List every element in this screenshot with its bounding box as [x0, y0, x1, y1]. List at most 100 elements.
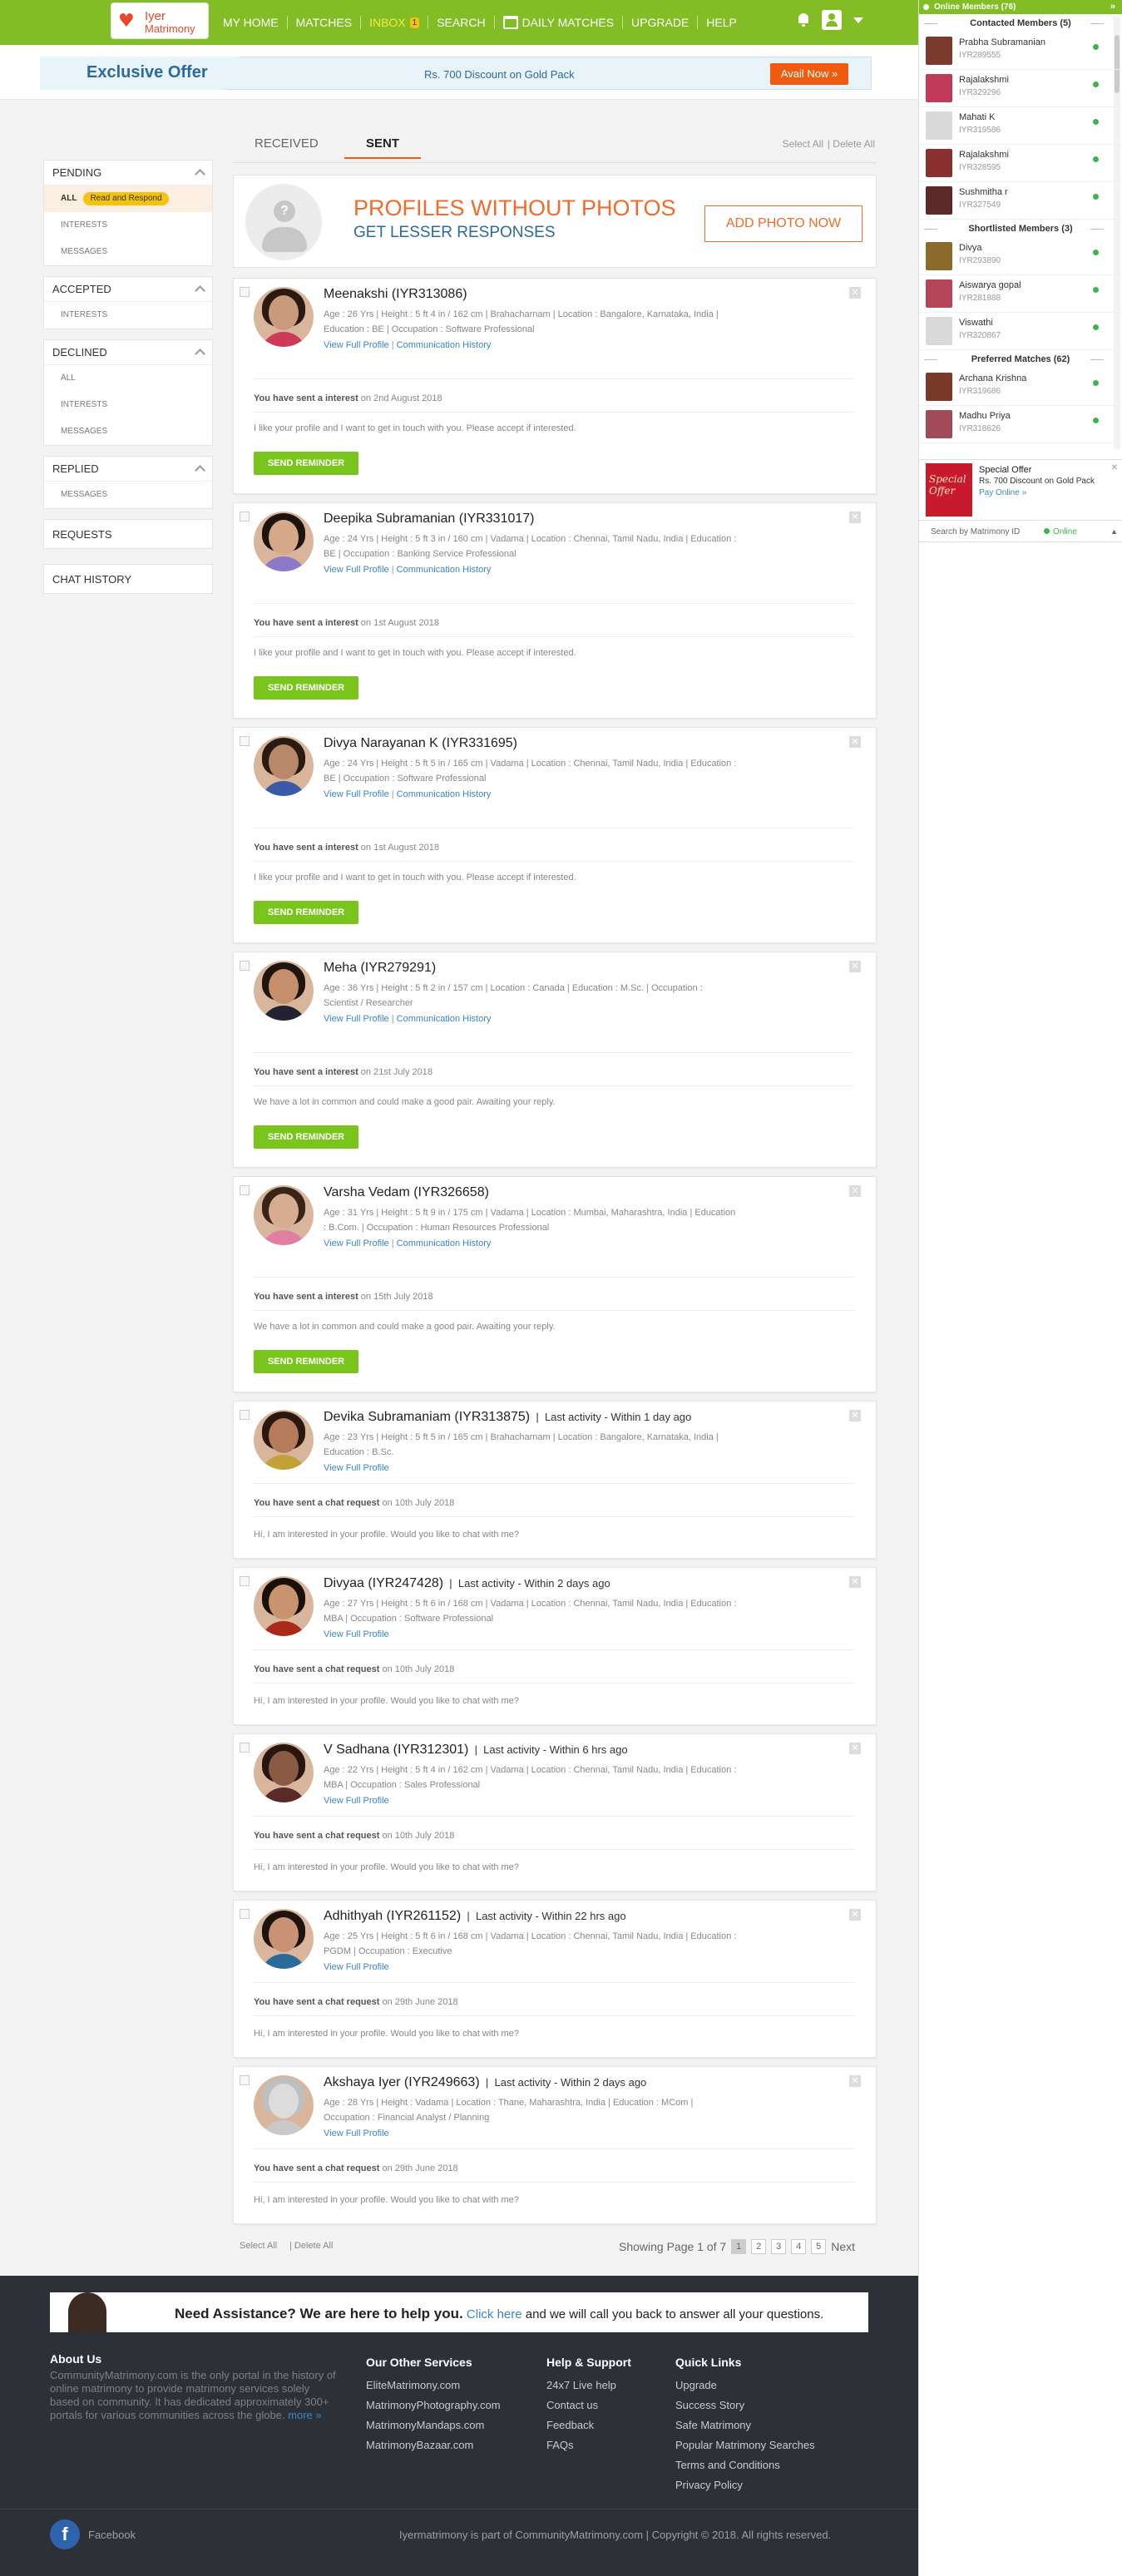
- select-checkbox[interactable]: [240, 1185, 250, 1195]
- online-status[interactable]: Online: [1044, 527, 1077, 536]
- footer-link[interactable]: 24x7 Live help: [546, 2376, 631, 2396]
- nav-help[interactable]: HELP: [698, 16, 745, 29]
- profile-name-link[interactable]: Akshaya Iyer (IYR249663): [324, 2075, 480, 2089]
- view-full-profile-link[interactable]: View Full Profile: [324, 565, 389, 575]
- close-icon[interactable]: ✕: [1111, 463, 1118, 472]
- communication-history-link[interactable]: Communication History: [397, 789, 492, 799]
- avail-now-button[interactable]: Avail Now »: [770, 63, 848, 85]
- notification-bell-icon[interactable]: [797, 12, 810, 27]
- sidebar-item-replied-messages[interactable]: MESSAGES: [44, 482, 212, 508]
- delete-all-link[interactable]: | Delete All: [828, 138, 875, 150]
- view-full-profile-link[interactable]: View Full Profile: [324, 789, 389, 799]
- view-full-profile-link[interactable]: View Full Profile: [324, 1962, 389, 1972]
- footer-link[interactable]: Popular Matrimony Searches: [675, 2435, 815, 2455]
- online-member-item[interactable]: Rajalakshmi IYR328595: [919, 145, 1122, 182]
- profile-photo[interactable]: [254, 961, 314, 1021]
- online-member-item[interactable]: Viswathi IYR320867: [919, 313, 1122, 350]
- profile-photo[interactable]: [254, 736, 314, 796]
- footer-link[interactable]: Terms and Conditions: [675, 2455, 815, 2475]
- close-icon[interactable]: ✕: [849, 1909, 861, 1921]
- profile-photo[interactable]: [254, 1909, 314, 1969]
- communication-history-link[interactable]: Communication History: [397, 1014, 492, 1024]
- footer-link[interactable]: Upgrade: [675, 2376, 815, 2396]
- nav-upgrade[interactable]: UPGRADE: [623, 16, 699, 29]
- sidebar-head-pending[interactable]: PENDING: [44, 161, 212, 185]
- site-logo[interactable]: ♥ Iyer Matrimony: [111, 2, 209, 39]
- add-photo-button[interactable]: ADD PHOTO NOW: [704, 205, 863, 242]
- sidebar-item-pending-interests[interactable]: INTERESTS: [44, 212, 212, 239]
- click-here-link[interactable]: Click here: [467, 2307, 522, 2321]
- select-checkbox[interactable]: [240, 512, 250, 522]
- send-reminder-button[interactable]: SEND REMINDER: [254, 676, 358, 700]
- profile-name-link[interactable]: Divya Narayanan K (IYR331695): [324, 736, 517, 750]
- close-icon[interactable]: ✕: [849, 1410, 861, 1421]
- profile-name-link[interactable]: Divyaa (IYR247428): [324, 1576, 443, 1590]
- profile-name-link[interactable]: V Sadhana (IYR312301): [324, 1743, 468, 1757]
- sidebar-head-replied[interactable]: REPLIED: [44, 457, 212, 482]
- close-icon[interactable]: ✕: [849, 1185, 861, 1197]
- footer-link[interactable]: Success Story: [675, 2396, 815, 2415]
- profile-name-link[interactable]: Deepika Subramanian (IYR331017): [324, 512, 534, 526]
- footer-link[interactable]: Contact us: [546, 2396, 631, 2415]
- more-link[interactable]: more »: [288, 2409, 321, 2421]
- view-full-profile-link[interactable]: View Full Profile: [324, 1629, 389, 1639]
- online-member-item[interactable]: Sushmitha r IYR327549: [919, 182, 1122, 220]
- tab-received[interactable]: RECEIVED: [255, 136, 319, 157]
- view-full-profile-link[interactable]: View Full Profile: [324, 1014, 389, 1024]
- page-link[interactable]: 1: [731, 2239, 747, 2254]
- view-full-profile-link[interactable]: View Full Profile: [324, 1796, 389, 1806]
- profile-photo[interactable]: [254, 512, 314, 571]
- profile-name-link[interactable]: Devika Subramaniam (IYR313875): [324, 1410, 530, 1424]
- nav-inbox[interactable]: INBOX 1: [361, 16, 429, 29]
- online-member-item[interactable]: Divya IYR293890: [919, 238, 1122, 275]
- profile-photo[interactable]: [254, 1743, 314, 1802]
- footer-link[interactable]: Feedback: [546, 2415, 631, 2435]
- chevron-down-icon[interactable]: [853, 17, 863, 23]
- profile-name-link[interactable]: Meenakshi (IYR313086): [324, 287, 467, 301]
- sidebar-head-declined[interactable]: DECLINED: [44, 340, 212, 365]
- page-link[interactable]: 2: [751, 2239, 767, 2254]
- select-checkbox[interactable]: [240, 1743, 250, 1753]
- profile-name-link[interactable]: Adhithyah (IYR261152): [324, 1909, 461, 1923]
- view-full-profile-link[interactable]: View Full Profile: [324, 2129, 389, 2138]
- select-checkbox[interactable]: [240, 961, 250, 971]
- sidebar-item-declined-messages[interactable]: MESSAGES: [44, 418, 212, 445]
- close-icon[interactable]: ✕: [849, 2075, 861, 2087]
- search-by-id-input[interactable]: Search by Matrimony ID: [931, 527, 1020, 536]
- sidebar-chat-history[interactable]: CHAT HISTORY: [43, 564, 213, 594]
- send-reminder-button[interactable]: SEND REMINDER: [254, 1125, 358, 1149]
- online-member-item[interactable]: Aiswarya gopal IYR281888: [919, 275, 1122, 313]
- sidebar-requests[interactable]: REQUESTS: [43, 519, 213, 549]
- nav-search[interactable]: SEARCH: [428, 16, 495, 29]
- select-checkbox[interactable]: [240, 736, 250, 746]
- sidebar-item-accepted-interests[interactable]: INTERESTS: [44, 302, 212, 329]
- nav-matches[interactable]: MATCHES: [288, 16, 362, 29]
- collapse-icon[interactable]: »: [1110, 0, 1115, 14]
- view-full-profile-link[interactable]: View Full Profile: [324, 1239, 389, 1248]
- close-icon[interactable]: ✕: [849, 287, 861, 299]
- sidebar-item-declined-interests[interactable]: INTERESTS: [44, 392, 212, 418]
- select-checkbox[interactable]: [240, 1410, 250, 1420]
- communication-history-link[interactable]: Communication History: [397, 1239, 492, 1248]
- profile-photo[interactable]: [254, 1185, 314, 1245]
- select-checkbox[interactable]: [240, 2075, 250, 2085]
- select-checkbox[interactable]: [240, 1909, 250, 1919]
- nav-my-home[interactable]: MY HOME: [215, 16, 288, 29]
- send-reminder-button[interactable]: SEND REMINDER: [254, 1350, 358, 1373]
- close-icon[interactable]: ✕: [849, 736, 861, 748]
- online-members-header[interactable]: Online Members (76) »: [919, 0, 1122, 14]
- profile-photo[interactable]: [254, 287, 314, 347]
- close-icon[interactable]: ✕: [849, 1743, 861, 1754]
- delete-all-link[interactable]: | Delete All: [289, 2241, 333, 2251]
- sidebar-item-declined-all[interactable]: ALL: [44, 365, 212, 392]
- select-all-link[interactable]: Select All: [783, 138, 823, 150]
- user-avatar-icon[interactable]: [822, 10, 842, 30]
- view-full-profile-link[interactable]: View Full Profile: [324, 1463, 389, 1473]
- profile-photo[interactable]: [254, 1576, 314, 1636]
- communication-history-link[interactable]: Communication History: [397, 340, 492, 350]
- sidebar-head-accepted[interactable]: ACCEPTED: [44, 277, 212, 302]
- facebook-link[interactable]: Facebook: [88, 2529, 136, 2541]
- online-member-item[interactable]: Rajalakshmi IYR329296: [919, 70, 1122, 107]
- profile-name-link[interactable]: Meha (IYR279291): [324, 961, 436, 975]
- footer-link[interactable]: FAQs: [546, 2435, 631, 2455]
